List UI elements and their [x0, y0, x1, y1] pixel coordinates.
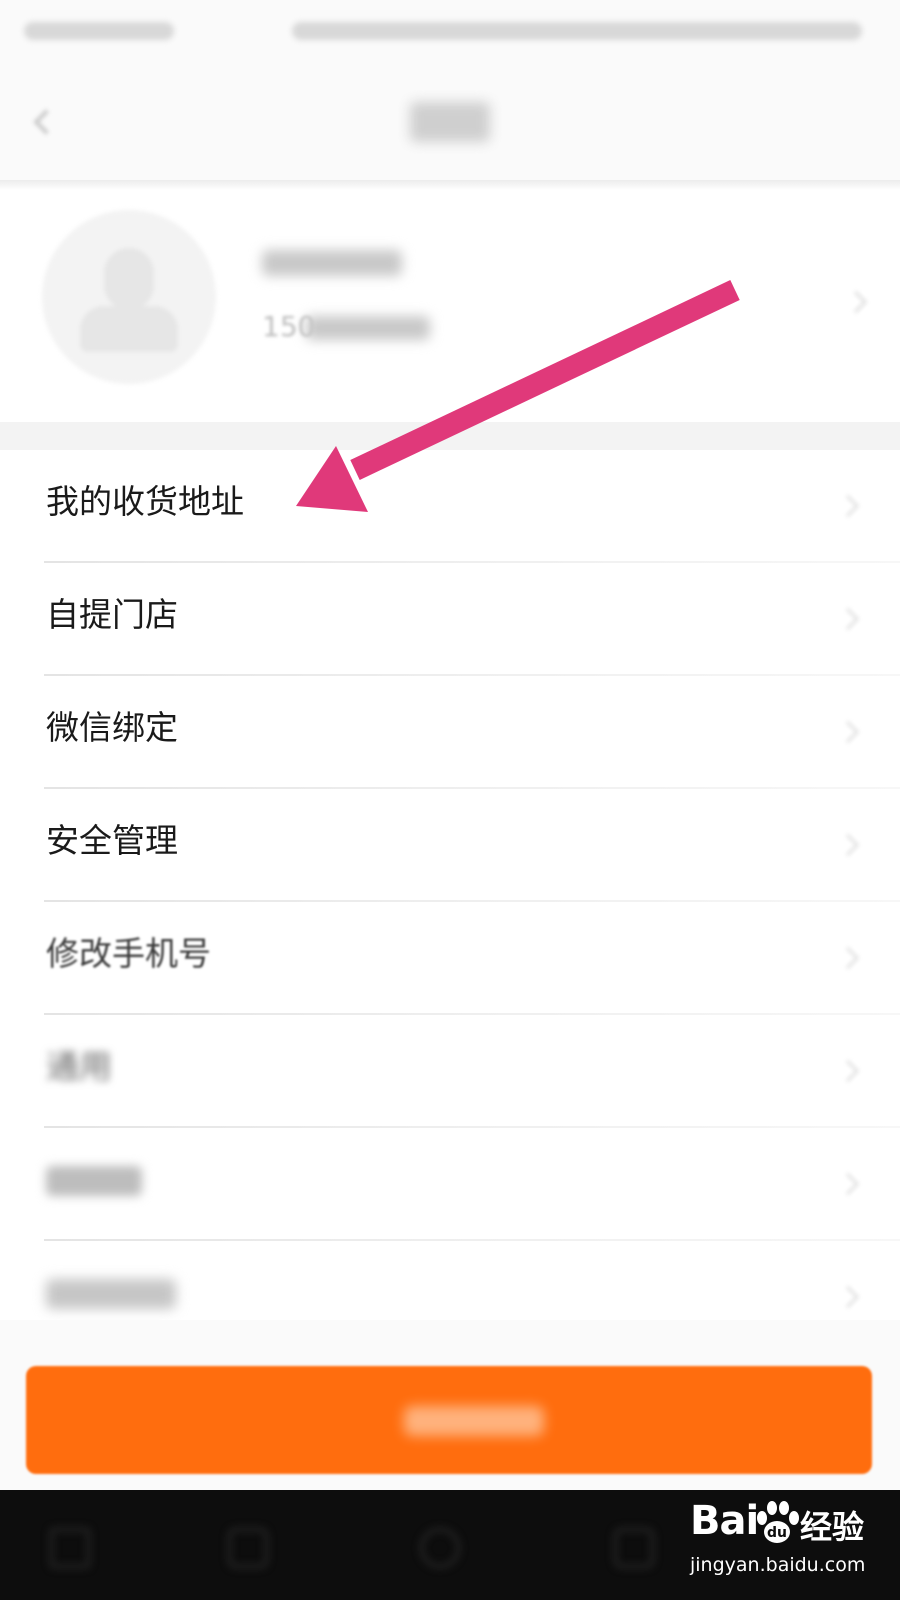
nav-bar [0, 62, 900, 180]
menu-item-label-blurred [46, 1166, 142, 1196]
watermark-logo-suffix: 经验 [800, 1508, 865, 1546]
status-icons-blurred [292, 22, 862, 40]
menu-item-label: 自提门店 [46, 595, 178, 634]
chevron-left-icon [33, 109, 59, 135]
chevron-right-icon [836, 720, 860, 744]
status-bar [0, 0, 900, 62]
menu-item-general[interactable]: 通用 [0, 1015, 900, 1128]
menu-item-security[interactable]: 安全管理 [0, 789, 900, 902]
settings-menu: 我的收货地址 自提门店 微信绑定 安全管理 修改手机号 通用 [0, 450, 900, 1354]
logout-button[interactable] [26, 1366, 872, 1474]
chevron-right-icon [836, 494, 860, 518]
chevron-right-icon [836, 1285, 860, 1309]
menu-item-shipping-address[interactable]: 我的收货地址 [0, 450, 900, 563]
avatar [42, 210, 216, 384]
logout-label-blurred [404, 1406, 544, 1436]
chevron-right-icon [836, 1059, 860, 1083]
avatar-head-shape [104, 248, 154, 310]
svg-text:du: du [767, 1525, 787, 1541]
baidu-jingyan-watermark: Bai du 经验 jingyan.baidu.com [680, 1496, 880, 1592]
chevron-right-icon [836, 946, 860, 970]
menu-item-label-blurred [46, 1279, 176, 1309]
chevron-right-icon [836, 607, 860, 631]
chevron-right-icon [836, 1172, 860, 1196]
chevron-right-icon [836, 833, 860, 857]
watermark-url: jingyan.baidu.com [690, 1554, 866, 1576]
profile-name-blurred [262, 250, 402, 276]
avatar-shoulders-shape [80, 306, 178, 352]
menu-item-label: 修改手机号 [46, 934, 211, 973]
section-gap [0, 422, 900, 450]
back-button[interactable] [26, 92, 66, 152]
watermark-logo-text: Bai [690, 1498, 759, 1544]
menu-item-blurred-7[interactable] [0, 1128, 900, 1241]
menu-item-wechat-binding[interactable]: 微信绑定 [0, 676, 900, 789]
menu-item-label: 安全管理 [46, 821, 178, 860]
logout-area [0, 1320, 900, 1490]
menu-item-label: 通用 [46, 1047, 112, 1086]
profile-phone-mask [306, 316, 430, 340]
nav-recent-icon[interactable] [614, 1528, 654, 1568]
menu-item-label: 微信绑定 [46, 708, 178, 747]
menu-item-change-phone[interactable]: 修改手机号 [0, 902, 900, 1015]
menu-item-label: 我的收货地址 [46, 482, 244, 521]
menu-item-pickup-store[interactable]: 自提门店 [0, 563, 900, 676]
nav-down-icon[interactable] [50, 1528, 90, 1568]
nav-shadow [0, 180, 900, 190]
paw-icon: du [757, 1501, 799, 1543]
carrier-text-blurred [24, 22, 174, 40]
nav-home-icon[interactable] [420, 1528, 460, 1568]
nav-back-icon[interactable] [228, 1528, 268, 1568]
page-title-blurred [410, 102, 490, 142]
profile-card[interactable]: 150 [0, 190, 900, 422]
chevron-right-icon [844, 290, 868, 314]
